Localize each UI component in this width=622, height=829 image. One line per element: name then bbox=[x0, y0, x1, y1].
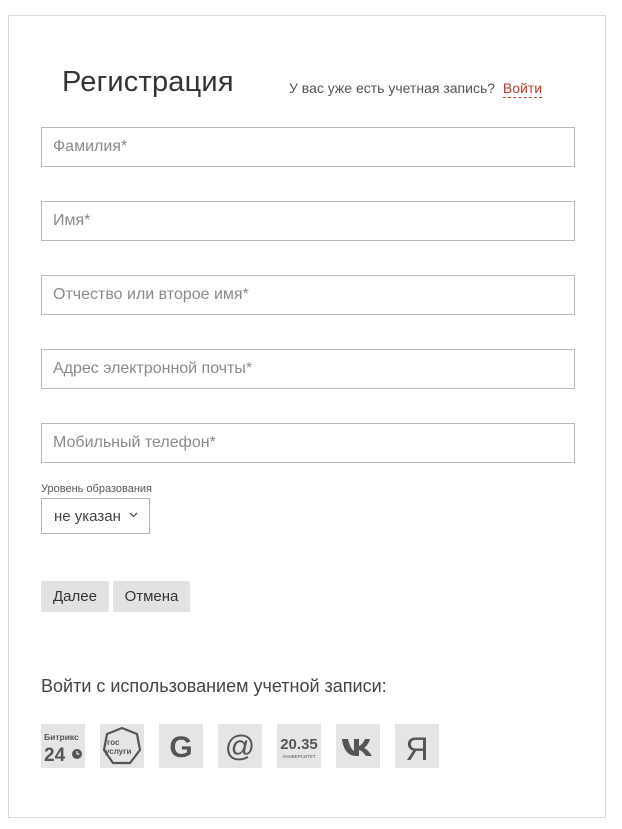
bitrix24-icon: Битрикс 24 bbox=[44, 732, 82, 766]
cancel-button[interactable]: Отмена bbox=[113, 581, 190, 612]
svg-text:20.35: 20.35 bbox=[280, 736, 318, 753]
email-input[interactable] bbox=[41, 349, 575, 389]
education-level-select[interactable]: не указан bbox=[41, 498, 150, 534]
bitrix24-login-button[interactable]: Битрикс 24 bbox=[41, 724, 85, 768]
yandex-icon: Я bbox=[405, 731, 428, 767]
mobile-phone-input[interactable] bbox=[41, 423, 575, 463]
svg-text:УНИВЕРСИТЕТ: УНИВЕРСИТЕТ bbox=[282, 754, 316, 759]
yandex-login-button[interactable]: Я bbox=[395, 724, 439, 768]
first-name-input[interactable] bbox=[41, 201, 575, 241]
svg-text:G: G bbox=[169, 731, 192, 764]
page-title: Регистрация bbox=[62, 66, 234, 98]
university-2035-icon: 20.35 УНИВЕРСИТЕТ bbox=[280, 736, 318, 759]
education-level-value: не указан bbox=[54, 507, 121, 525]
svg-text:Битрикс: Битрикс bbox=[44, 732, 79, 742]
mailru-login-button[interactable]: @ bbox=[218, 724, 262, 768]
login-link[interactable]: Войти bbox=[502, 80, 543, 98]
vk-login-button[interactable] bbox=[336, 724, 380, 768]
chevron-down-icon bbox=[129, 509, 138, 521]
mailru-icon: @ bbox=[225, 730, 255, 763]
gosuslugi-login-button[interactable]: гос услуги bbox=[100, 724, 144, 768]
svg-text:24: 24 bbox=[44, 745, 66, 766]
vk-icon bbox=[342, 739, 372, 756]
svg-text:услуги: услуги bbox=[105, 747, 131, 756]
google-icon: G bbox=[169, 731, 192, 764]
social-login-title: Войти с использованием учетной записи: bbox=[41, 676, 387, 696]
middle-name-input[interactable] bbox=[41, 275, 575, 315]
svg-text:Я: Я bbox=[405, 731, 428, 767]
svg-text:гос: гос bbox=[107, 738, 120, 747]
gosuslugi-icon: гос услуги bbox=[102, 726, 142, 765]
university-2035-login-button[interactable]: 20.35 УНИВЕРСИТЕТ bbox=[277, 724, 321, 768]
last-name-input[interactable] bbox=[41, 127, 575, 167]
svg-text:@: @ bbox=[225, 730, 255, 763]
login-prompt-text: У вас уже есть учетная запись? bbox=[289, 80, 496, 96]
next-button[interactable]: Далее bbox=[41, 581, 109, 612]
google-login-button[interactable]: G bbox=[159, 724, 203, 768]
login-hint: У вас уже есть учетная запись? Войти bbox=[289, 80, 543, 98]
education-level-label: Уровень образования bbox=[41, 483, 153, 495]
